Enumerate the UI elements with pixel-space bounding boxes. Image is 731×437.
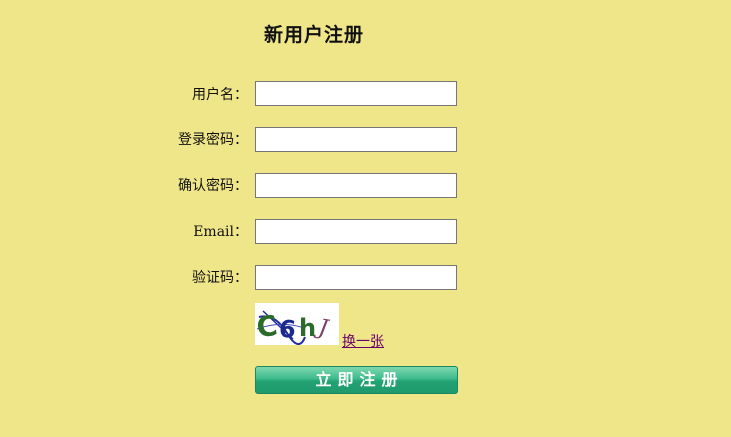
- password-input[interactable]: [255, 127, 457, 152]
- svg-text:6: 6: [278, 314, 298, 344]
- confirm-password-label: 确认密码：: [178, 178, 248, 194]
- svg-text:h: h: [299, 314, 316, 342]
- password-label: 登录密码：: [178, 132, 248, 148]
- username-input[interactable]: [255, 81, 457, 106]
- confirm-password-input[interactable]: [255, 173, 457, 198]
- captcha-input[interactable]: [255, 265, 457, 290]
- captcha-label: 验证码：: [192, 270, 248, 286]
- email-label: Email：: [193, 224, 248, 240]
- captcha-image[interactable]: C 6 h J: [255, 303, 339, 345]
- username-label: 用户名：: [192, 87, 248, 103]
- captcha-graphic: C 6 h J: [255, 303, 339, 345]
- page-title: 新用户注册: [264, 24, 365, 46]
- email-input[interactable]: [255, 219, 457, 244]
- registration-page: 新用户注册 用户名： 登录密码： 确认密码： Email： 验证码： C 6 h…: [0, 0, 731, 437]
- change-captcha-link[interactable]: 换一张: [342, 331, 384, 351]
- register-button[interactable]: 立即注册: [255, 366, 458, 394]
